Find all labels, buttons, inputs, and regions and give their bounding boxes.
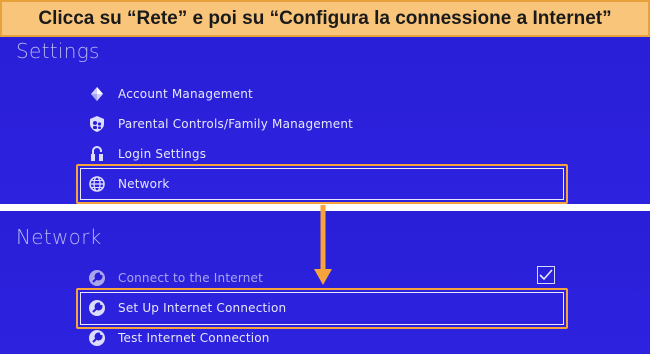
instruction-caption: Clicca su “Rete” e poi su “Configura la … — [0, 0, 650, 37]
menu-item-label: Test Internet Connection — [118, 331, 270, 345]
menu-item-test-internet-connection[interactable]: Test Internet Connection — [80, 323, 566, 353]
menu-item-network[interactable]: Network — [80, 169, 566, 199]
page-title: Settings — [16, 39, 100, 63]
wrench-icon — [88, 329, 106, 347]
menu-item-label: Login Settings — [118, 147, 207, 161]
menu-item-set-up-internet-connection[interactable]: Set Up Internet Connection — [80, 293, 566, 323]
parental-controls-icon — [88, 115, 106, 133]
menu-item-label: Parental Controls/Family Management — [118, 117, 354, 131]
menu-item-label: Network — [118, 177, 170, 191]
wrench-icon — [88, 269, 106, 287]
connect-checkbox[interactable] — [537, 266, 555, 284]
menu-item-label: Connect to the Internet — [118, 271, 264, 285]
login-icon — [88, 145, 106, 163]
menu-item-parental-controls[interactable]: Parental Controls/Family Management — [80, 109, 566, 139]
account-icon — [88, 85, 106, 103]
globe-icon — [88, 175, 106, 193]
menu-item-account-management[interactable]: Account Management — [80, 79, 566, 109]
page-title: Network — [16, 225, 102, 249]
menu-item-label: Account Management — [118, 87, 253, 101]
menu-item-label: Set Up Internet Connection — [118, 301, 287, 315]
caption-text: Clicca su “Rete” e poi su “Configura la … — [38, 7, 612, 29]
checkmark-icon — [539, 269, 553, 281]
wrench-icon — [88, 299, 106, 317]
down-arrow-icon — [314, 205, 332, 285]
settings-screen: Settings Account Management Parental Con… — [0, 37, 650, 204]
